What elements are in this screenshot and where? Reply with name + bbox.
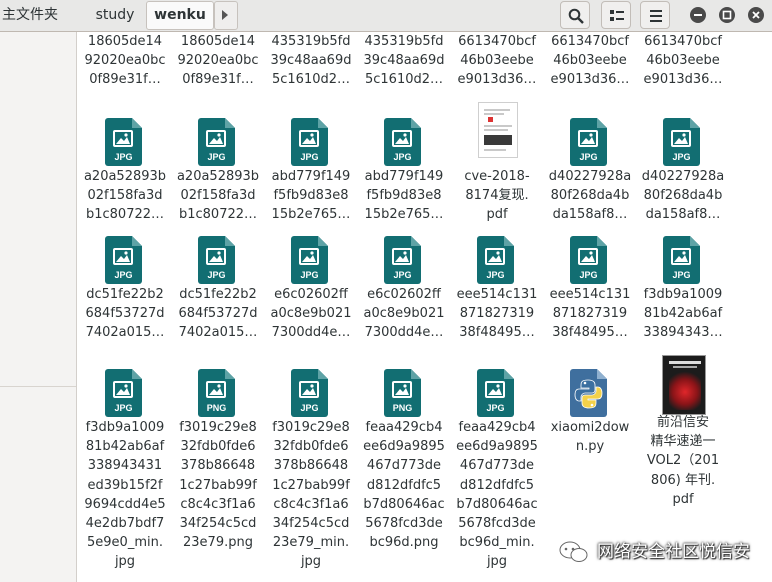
file-name: abd779f149 f5fb9d83e8 15b2e765… (271, 169, 351, 223)
jpg-image-file-icon: JPG (477, 236, 517, 284)
svg-text:JPG: JPG (114, 403, 132, 413)
svg-text:JPG: JPG (114, 270, 132, 280)
svg-text:PNG: PNG (207, 403, 227, 413)
search-icon (568, 8, 584, 24)
file-name: cve-2018- 8174复现. pdf (464, 169, 530, 223)
svg-text:JPG: JPG (486, 403, 504, 413)
file-name: xiaomi2dow n.py (550, 420, 630, 455)
svg-text:JPG: JPG (672, 152, 690, 162)
minimize-button[interactable] (690, 7, 706, 23)
svg-text:JPG: JPG (393, 270, 411, 280)
jpg-image-file-icon: JPG (105, 118, 145, 166)
jpg-image-file-icon: JPG (105, 369, 145, 417)
jpg-image-file-icon: JPG (198, 236, 238, 284)
file-name: f3019c29e8 32fdb0fde6 378b86648 1c27bab9… (179, 420, 257, 551)
file-name: eee514c131 871827319 38f48495… (549, 287, 631, 341)
sidebar-divider (0, 386, 76, 387)
file-name: d40227928a 80f268da4b da158af8… (548, 169, 632, 223)
header-bar: 主文件夹 study wenku (0, 0, 772, 32)
hamburger-menu-icon (650, 10, 662, 22)
jpg-image-file-icon: JPG (663, 118, 703, 166)
svg-text:PNG: PNG (393, 403, 413, 413)
file-name: f3db9a1009 81b42ab6af 338943431 ed39b15f… (84, 420, 166, 570)
python-file-icon (570, 369, 610, 417)
svg-text:JPG: JPG (300, 152, 318, 162)
menu-button[interactable] (640, 1, 670, 29)
maximize-icon (722, 10, 732, 20)
svg-text:JPG: JPG (393, 152, 411, 162)
sidebar (0, 32, 77, 582)
file-name: feaa429cb4 ee6d9a9895 467d773de d812dfdf… (363, 420, 445, 551)
file-name: a20a52893b 02f158fa3d b1c80722… (83, 169, 167, 223)
watermark: 网络安全社区悦信安 (559, 540, 750, 564)
file-name: 435319b5fd 39c48aa69d 5c1610d2… (363, 34, 445, 88)
view-options-icon (610, 10, 624, 21)
breadcrumb-current[interactable]: wenku (146, 1, 214, 30)
file-name: 18605de14 92020ea0bc 0f89e31f… (84, 34, 166, 88)
jpg-image-file-icon: JPG (291, 118, 331, 166)
jpg-image-file-icon: JPG (291, 236, 331, 284)
file-name: feaa429cb4 ee6d9a9895 467d773de d812dfdf… (456, 420, 538, 570)
jpg-image-file-icon: JPG (198, 118, 238, 166)
pdf-thumbnail-icon (476, 102, 520, 164)
breadcrumb-study[interactable]: study (84, 2, 146, 28)
search-button[interactable] (560, 1, 590, 29)
file-name: 6613470bcf 46b03eebe e9013d36… (550, 34, 630, 88)
minimize-icon (694, 14, 702, 16)
file-name: dc51fe22b2 684f53727d 7402a015… (178, 287, 258, 341)
jpg-image-file-icon: JPG (105, 236, 145, 284)
file-name: e6c02602ff a0c8e9b021 7300dd4e… (363, 287, 445, 341)
svg-text:JPG: JPG (672, 270, 690, 280)
breadcrumb-home[interactable]: 主文件夹 (0, 2, 84, 28)
file-name: eee514c131 871827319 38f48495… (456, 287, 538, 341)
file-name: f3db9a1009 81b42ab6af 33894343… (643, 287, 723, 341)
png-image-file-icon: PNG (384, 369, 424, 417)
view-options-button[interactable] (601, 1, 631, 29)
file-name: 18605de14 92020ea0bc 0f89e31f… (177, 34, 259, 88)
file-name: 6613470bcf 46b03eebe e9013d36… (643, 34, 723, 88)
svg-text:JPG: JPG (207, 270, 225, 280)
watermark-text: 网络安全社区悦信安 (597, 542, 750, 562)
wechat-icon (559, 541, 588, 562)
close-icon (752, 11, 760, 19)
jpg-image-file-icon: JPG (291, 369, 331, 417)
jpg-image-file-icon: JPG (570, 236, 610, 284)
maximize-button[interactable] (719, 7, 735, 23)
svg-text:JPG: JPG (486, 270, 504, 280)
file-name: a20a52893b 02f158fa3d b1c80722… (176, 169, 260, 223)
file-name: e6c02602ff a0c8e9b021 7300dd4e… (270, 287, 352, 341)
svg-text:JPG: JPG (300, 270, 318, 280)
svg-text:JPG: JPG (579, 270, 597, 280)
file-name: 435319b5fd 39c48aa69d 5c1610d2… (270, 34, 352, 88)
jpg-image-file-icon: JPG (384, 236, 424, 284)
svg-text:JPG: JPG (114, 152, 132, 162)
svg-text:JPG: JPG (207, 152, 225, 162)
png-image-file-icon: PNG (198, 369, 238, 417)
breadcrumb-forward-button[interactable] (214, 1, 238, 30)
svg-text:JPG: JPG (579, 152, 597, 162)
jpg-image-file-icon: JPG (477, 369, 517, 417)
file-name: 前沿信安 精华速递一 VOL2（201 806) 年刊. pdf (646, 415, 720, 507)
file-name: abd779f149 f5fb9d83e8 15b2e765… (364, 169, 444, 223)
close-button[interactable] (748, 7, 764, 23)
file-grid: 18605de14 92020ea0bc 0f89e31f… 18605de14 … (77, 32, 772, 582)
jpg-image-file-icon: JPG (384, 118, 424, 166)
pdf-cover-thumbnail-icon (662, 355, 706, 417)
svg-text:JPG: JPG (300, 403, 318, 413)
jpg-image-file-icon: JPG (663, 236, 703, 284)
chevron-right-icon (222, 10, 228, 20)
file-name: 6613470bcf 46b03eebe e9013d36… (457, 34, 537, 88)
file-name: f3019c29e8 32fdb0fde6 378b86648 1c27bab9… (272, 420, 350, 570)
file-name: dc51fe22b2 684f53727d 7402a015… (85, 287, 165, 341)
file-name: d40227928a 80f268da4b da158af8… (641, 169, 725, 223)
jpg-image-file-icon: JPG (570, 118, 610, 166)
